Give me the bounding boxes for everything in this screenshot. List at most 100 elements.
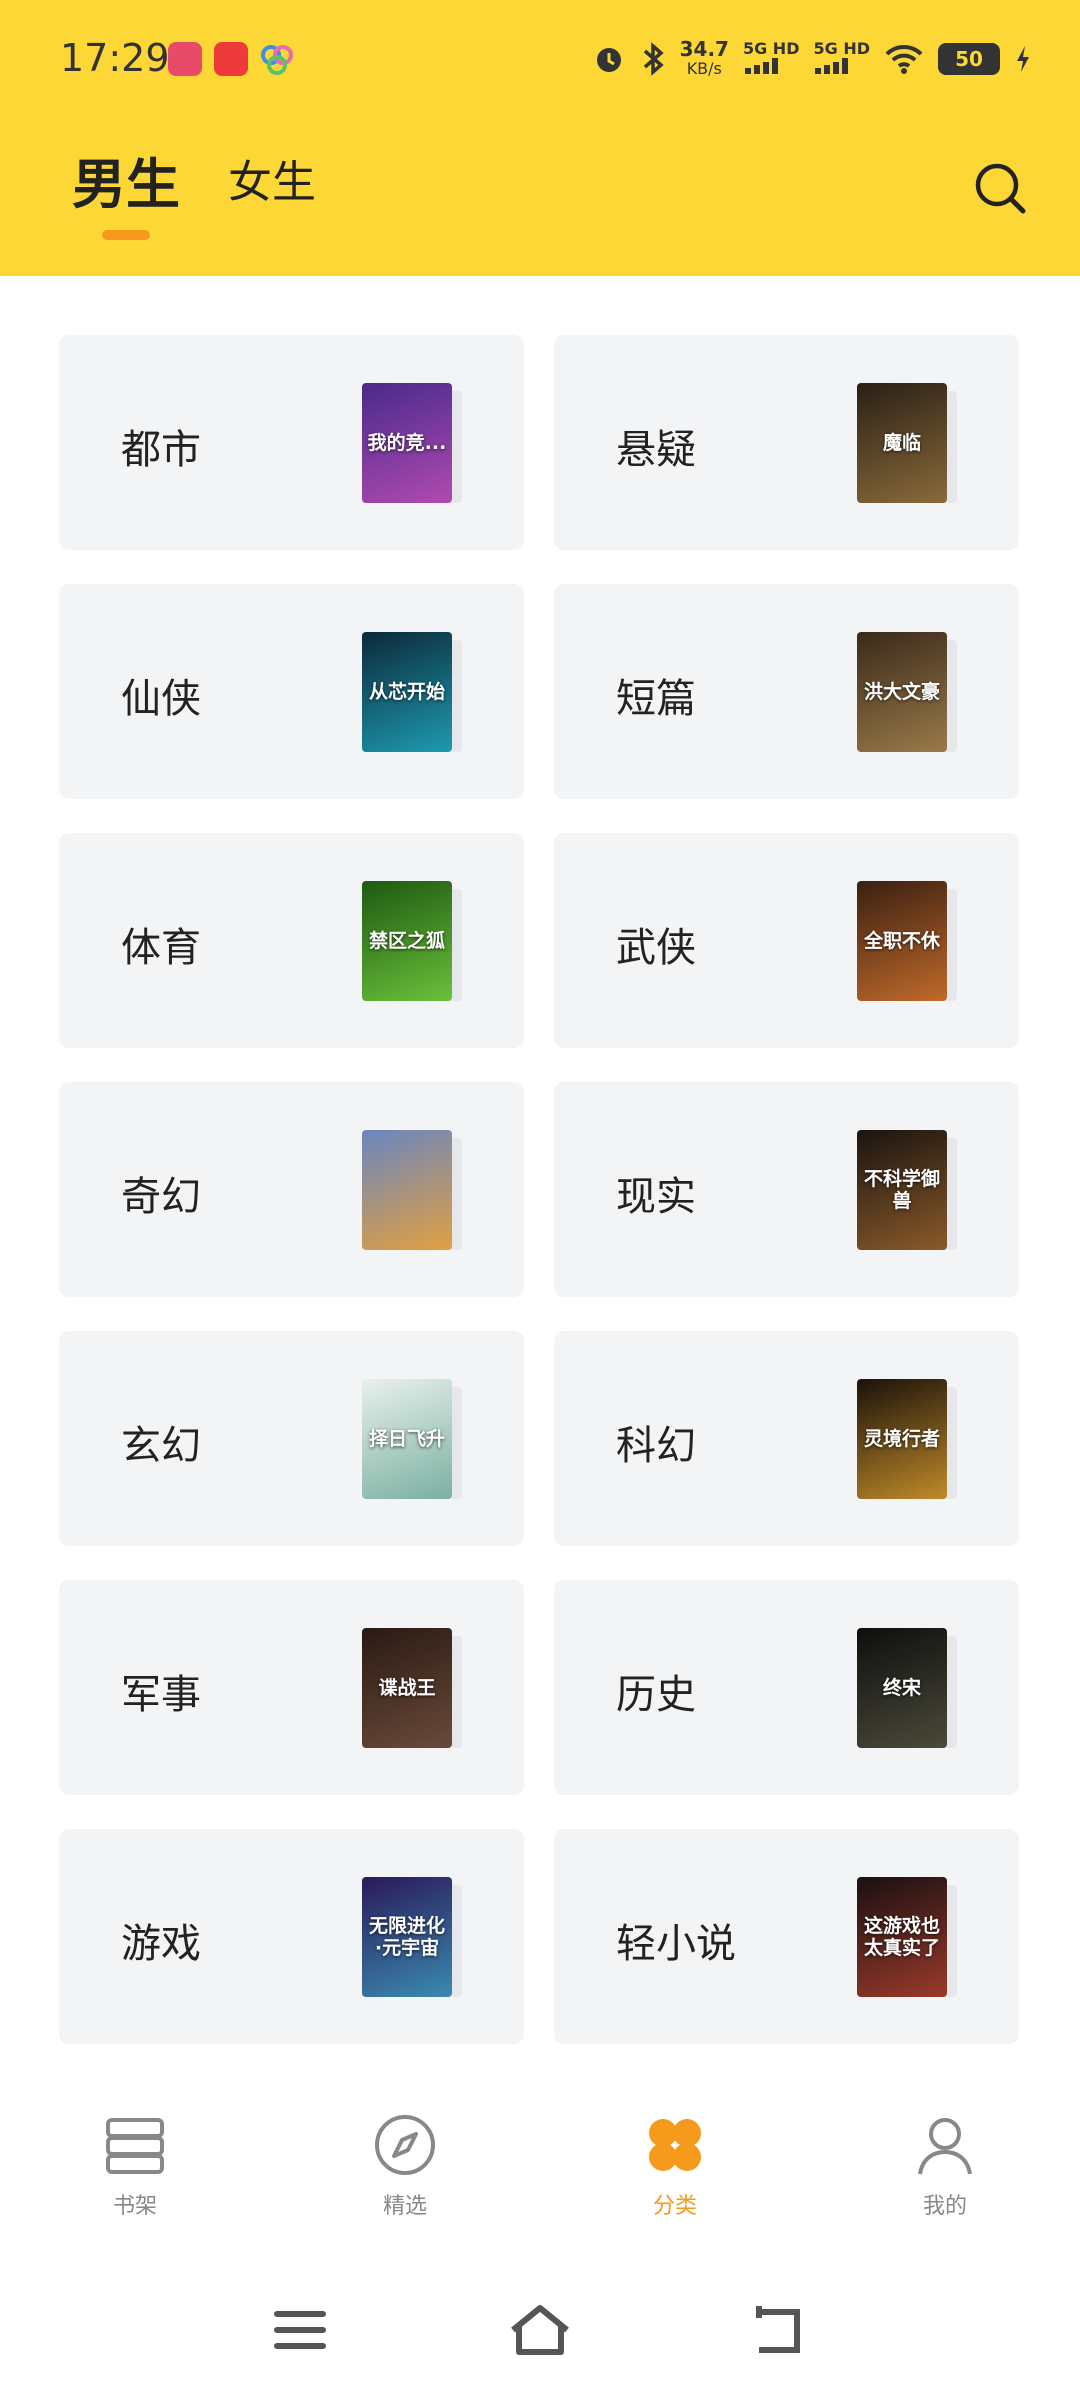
nav-label: 书架 <box>112 2194 157 2219</box>
nav-label: 精选 <box>382 2194 427 2219</box>
category-card[interactable]: 武侠 全职不休 <box>554 833 1019 1048</box>
status-indicators: 34.7 KB/s 5G HD 5G HD 50 <box>592 34 1032 84</box>
book-cover: 这游戏也太真实了 <box>857 1877 947 1997</box>
bottom-nav: 书架 精选 分类 我的 <box>0 2110 1080 2270</box>
category-card[interactable]: 奇幻 <box>59 1082 524 1297</box>
search-icon <box>975 163 1026 214</box>
cover-title: 不科学御兽 <box>863 1168 940 1212</box>
back-icon <box>756 2306 800 2353</box>
nav-category[interactable]: 分类 <box>585 2110 765 2240</box>
bluetooth-icon <box>643 42 664 76</box>
charging-icon <box>1017 46 1029 72</box>
category-label: 历史 <box>616 1672 696 1718</box>
book-cover: 择日飞升 <box>362 1379 452 1499</box>
sim2-signal: 5G HD <box>813 40 870 78</box>
category-card[interactable]: 游戏 无限进化·元宇宙 <box>59 1829 524 2044</box>
category-label: 游戏 <box>121 1921 201 1967</box>
notification-app-icon <box>260 42 294 76</box>
cover-title: 魔临 <box>882 432 921 454</box>
book-cover-stack: 不科学御兽 <box>857 1130 957 1250</box>
nav-profile[interactable]: 我的 <box>855 2110 1035 2240</box>
book-cover: 谍战王 <box>362 1628 452 1748</box>
category-card[interactable]: 短篇 洪大文豪 <box>554 584 1019 799</box>
category-card[interactable]: 玄幻 择日飞升 <box>59 1331 524 1546</box>
category-card[interactable]: 科幻 灵境行者 <box>554 1331 1019 1546</box>
signal-icon <box>815 58 849 74</box>
book-cover-stack: 终宋 <box>857 1628 957 1748</box>
category-label: 仙侠 <box>121 676 201 722</box>
cover-title: 洪大文豪 <box>863 681 940 703</box>
category-card[interactable]: 现实 不科学御兽 <box>554 1082 1019 1297</box>
cover-title: 这游戏也太真实了 <box>863 1915 940 1959</box>
category-card[interactable]: 体育 禁区之狐 <box>59 833 524 1048</box>
search-button[interactable] <box>972 160 1028 216</box>
book-cover <box>362 1130 452 1250</box>
book-cover: 魔临 <box>857 383 947 503</box>
home-icon <box>511 2305 569 2355</box>
category-label: 奇幻 <box>121 1174 201 1220</box>
nav-label: 分类 <box>652 2194 697 2219</box>
category-label: 现实 <box>616 1174 696 1220</box>
nav-featured[interactable]: 精选 <box>315 2110 495 2240</box>
book-cover: 全职不休 <box>857 881 947 1001</box>
cover-title: 全职不休 <box>863 930 940 952</box>
category-label: 悬疑 <box>616 427 696 473</box>
alarm-icon <box>596 48 621 72</box>
category-card[interactable]: 仙侠 从芯开始 <box>59 584 524 799</box>
cover-title: 择日飞升 <box>368 1428 445 1450</box>
sim1-signal: 5G HD <box>743 40 799 78</box>
book-cover-stack: 无限进化·元宇宙 <box>362 1877 462 1997</box>
bookshelf-icon <box>106 2118 164 2174</box>
category-card[interactable]: 历史 终宋 <box>554 1580 1019 1795</box>
book-cover-stack: 择日飞升 <box>362 1379 462 1499</box>
book-cover-stack: 洪大文豪 <box>857 632 957 752</box>
category-card[interactable]: 军事 谍战王 <box>59 1580 524 1795</box>
book-cover: 洪大文豪 <box>857 632 947 752</box>
book-cover-stack: 从芯开始 <box>362 632 462 752</box>
book-cover-stack: 魔临 <box>857 383 957 503</box>
cover-title: 谍战王 <box>378 1677 436 1699</box>
category-label: 玄幻 <box>121 1423 201 1469</box>
tab-female[interactable]: 女生 <box>228 146 316 210</box>
cover-title: 终宋 <box>882 1677 921 1699</box>
status-time: 17:29 <box>60 36 170 80</box>
user-icon <box>918 2118 972 2175</box>
battery-indicator: 50 <box>938 43 1000 75</box>
book-cover: 禁区之狐 <box>362 881 452 1001</box>
category-label: 武侠 <box>616 925 696 971</box>
signal-icon <box>744 58 778 74</box>
cover-title: 灵境行者 <box>863 1428 940 1450</box>
book-cover: 灵境行者 <box>857 1379 947 1499</box>
home-button[interactable] <box>505 2300 575 2360</box>
compass-icon <box>375 2115 435 2175</box>
category-card[interactable]: 轻小说 这游戏也太真实了 <box>554 1829 1019 2044</box>
book-cover: 不科学御兽 <box>857 1130 947 1250</box>
book-cover-stack: 灵境行者 <box>857 1379 957 1499</box>
category-label: 轻小说 <box>616 1921 736 1967</box>
tab-male[interactable]: 男生 <box>72 140 180 219</box>
nav-label: 我的 <box>922 2194 967 2219</box>
category-label: 都市 <box>121 427 201 473</box>
cover-title: 从芯开始 <box>368 681 445 703</box>
book-cover-stack: 谍战王 <box>362 1628 462 1748</box>
tab-indicator <box>102 230 150 240</box>
book-cover-stack: 我的竞... <box>362 383 462 503</box>
book-cover: 终宋 <box>857 1628 947 1748</box>
cover-title: 无限进化·元宇宙 <box>368 1915 445 1959</box>
category-card[interactable]: 都市 我的竞... <box>59 335 524 550</box>
nav-bookshelf[interactable]: 书架 <box>45 2110 225 2240</box>
wifi-icon <box>885 44 923 74</box>
book-cover-stack <box>362 1130 462 1250</box>
cover-title: 禁区之狐 <box>368 930 445 952</box>
book-cover: 我的竞... <box>362 383 452 503</box>
system-navigation <box>0 2290 1080 2380</box>
category-card[interactable]: 悬疑 魔临 <box>554 335 1019 550</box>
category-label: 军事 <box>121 1672 201 1718</box>
category-icon <box>649 2119 701 2171</box>
network-speed: 34.7 KB/s <box>679 37 729 78</box>
category-label: 科幻 <box>616 1423 696 1469</box>
menu-button[interactable] <box>265 2300 335 2360</box>
back-button[interactable] <box>745 2300 815 2360</box>
header: 17:29 34.7 KB/s 5G HD 5G HD 50 男生 女生 <box>0 0 1080 276</box>
gender-tabs: 男生 女生 <box>0 140 1080 250</box>
